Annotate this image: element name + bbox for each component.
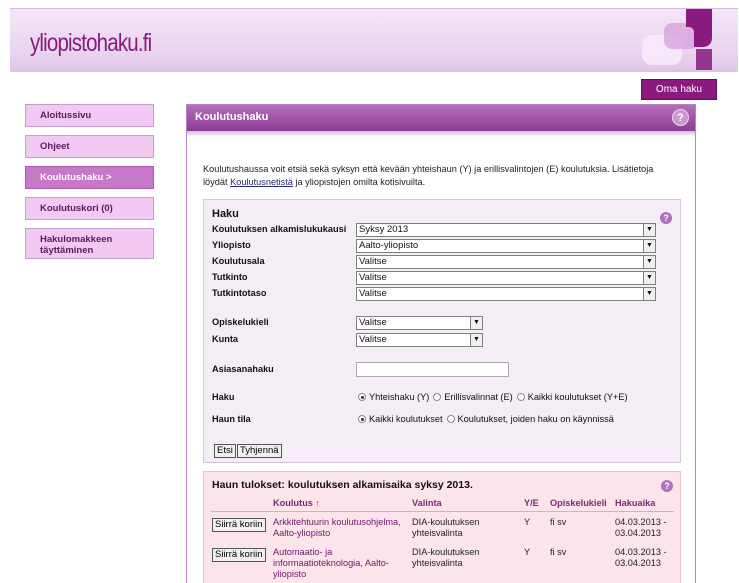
kieli-label: Opiskelukieli: [212, 317, 269, 327]
taso-value: Valitse: [359, 288, 387, 299]
chevron-down-icon: ▼: [470, 334, 482, 346]
col-valinta[interactable]: Valinta: [412, 498, 442, 508]
sidebar-nav: Aloitussivu Ohjeet Koulutushaku > Koulut…: [25, 104, 154, 267]
kunta-value: Valitse: [359, 334, 387, 345]
results-divider: [211, 511, 674, 512]
tutkinto-label: Tutkinto: [212, 272, 248, 282]
brand-mark-icon: [642, 9, 712, 71]
haun-tila-radios: Kaikki koulutukset Koulutukset, joiden h…: [358, 414, 618, 424]
alkamis-value: Syksy 2013: [359, 224, 409, 235]
sidebar-item-ohjeet[interactable]: Ohjeet: [25, 135, 154, 158]
results-box: Haun tulokset: koulutuksen alkamisaika s…: [203, 471, 681, 583]
intro-text: Koulutushaussa voit etsiä sekä syksyn et…: [203, 163, 673, 189]
clear-button[interactable]: Tyhjennä: [237, 444, 282, 458]
radio-label: Erillisvalinnat (E): [444, 392, 513, 402]
result-ye: Y: [524, 547, 531, 557]
radio-yhteishaku[interactable]: Yhteishaku (Y): [358, 392, 429, 402]
radio-label: Kaikki koulutukset (Y+E): [527, 392, 628, 402]
radio-button[interactable]: [358, 393, 366, 401]
search-button[interactable]: Etsi: [214, 444, 236, 458]
kieli-value: Valitse: [359, 317, 387, 328]
search-form-title: Haku: [212, 208, 239, 220]
sidebar-item-koulutuskori[interactable]: Koulutuskori (0): [25, 197, 154, 220]
koulutushaku-panel: Koulutushaku ? Koulutushaussa voit etsiä…: [186, 104, 696, 583]
col-koulutus[interactable]: Koulutus ↑: [273, 498, 320, 508]
koulutusnetti-link[interactable]: Koulutusnetistä: [230, 177, 293, 187]
chevron-down-icon: ▼: [643, 272, 655, 284]
result-koulutus-link[interactable]: Arkkitehtuurin koulutusohjelma, Aalto-yl…: [273, 517, 405, 539]
radio-label: Kaikki koulutukset: [369, 414, 443, 424]
panel-band: [187, 131, 695, 137]
sidebar-item-hakulomake[interactable]: Hakulomakkeen täyttäminen: [25, 228, 154, 259]
chevron-down-icon: ▼: [643, 224, 655, 236]
result-koulutus-link[interactable]: Automaatio- ja informaatioteknologia, Aa…: [273, 547, 403, 580]
radio-erillisvalinnat[interactable]: Erillisvalinnat (E): [433, 392, 513, 402]
chevron-down-icon: ▼: [643, 256, 655, 268]
oma-haku-button[interactable]: Oma haku: [641, 79, 717, 100]
ala-value: Valitse: [359, 256, 387, 267]
radio-kaikki-koulutukset[interactable]: Kaikki koulutukset (Y+E): [516, 392, 628, 402]
result-valinta: DIA-koulutuksen yhteisvalinta: [412, 517, 480, 538]
yliopisto-label: Yliopisto: [212, 240, 251, 250]
col-opiskelukieli[interactable]: Opiskelukieli: [550, 498, 607, 508]
tutkinto-value: Valitse: [359, 272, 387, 283]
alkamis-label: Koulutuksen alkamislukukausi: [212, 224, 347, 234]
alkamis-select[interactable]: Syksy 2013 ▼: [356, 223, 656, 237]
help-icon[interactable]: ?: [672, 109, 689, 126]
result-hakuaika: 04.03.2013 - 03.04.2013: [615, 517, 667, 538]
kunta-select[interactable]: Valitse ▼: [356, 333, 483, 347]
result-valinta: DIA-koulutuksen yhteisvalinta: [412, 547, 480, 568]
radio-button[interactable]: [446, 415, 455, 423]
sidebar-item-aloitussivu[interactable]: Aloitussivu: [25, 104, 154, 127]
kunta-label: Kunta: [212, 334, 239, 344]
panel-header: Koulutushaku ?: [187, 105, 695, 131]
radio-label: Yhteishaku (Y): [369, 392, 430, 402]
site-header: yliopistohaku.fi: [10, 8, 738, 71]
asiasana-input[interactable]: [356, 362, 509, 377]
result-kieli: fi sv: [550, 547, 567, 557]
result-hakuaika: 04.03.2013 - 03.04.2013: [615, 547, 667, 568]
col-hakuaika[interactable]: Hakuaika: [615, 498, 655, 508]
search-help-icon[interactable]: ?: [660, 212, 672, 224]
radio-label: Koulutukset, joiden haku on käynnissä: [457, 414, 614, 424]
kieli-select[interactable]: Valitse ▼: [356, 316, 483, 330]
results-title: Haun tulokset: koulutuksen alkamisaika s…: [212, 479, 473, 491]
radio-tila-kaynnissa[interactable]: Koulutukset, joiden haku on käynnissä: [446, 414, 614, 424]
header-divider: [10, 70, 738, 72]
radio-button[interactable]: [358, 415, 366, 423]
radio-tila-kaikki[interactable]: Kaikki koulutukset: [358, 414, 443, 424]
result-ye: Y: [524, 517, 531, 527]
chevron-down-icon: ▼: [470, 317, 482, 329]
search-form: Haku ? Koulutuksen alkamislukukausi Syks…: [203, 199, 681, 463]
haun-tila-label: Haun tila: [212, 414, 251, 424]
add-to-basket-button[interactable]: Siirrä koriin: [212, 518, 266, 532]
add-to-basket-button[interactable]: Siirrä koriin: [212, 548, 266, 562]
yliopisto-value: Aalto-yliopisto: [359, 240, 419, 251]
yliopisto-select[interactable]: Aalto-yliopisto ▼: [356, 239, 656, 253]
intro-tail: ja yliopistojen omilta kotisivuilta.: [292, 177, 426, 187]
site-logo[interactable]: yliopistohaku.fi: [30, 29, 152, 58]
col-ye[interactable]: Y/E: [524, 498, 539, 508]
haku-type-label: Haku: [212, 392, 235, 402]
haku-type-radios: Yhteishaku (Y) Erillisvalinnat (E) Kaikk…: [358, 392, 632, 402]
panel-title: Koulutushaku: [195, 111, 269, 123]
asiasana-label: Asiasanahaku: [212, 364, 274, 374]
tutkinto-select[interactable]: Valitse ▼: [356, 271, 656, 285]
results-help-icon[interactable]: ?: [661, 480, 673, 492]
ala-label: Koulutusala: [212, 256, 265, 266]
taso-select[interactable]: Valitse ▼: [356, 287, 656, 301]
result-kieli: fi sv: [550, 517, 567, 527]
taso-label: Tutkintotaso: [212, 288, 267, 298]
chevron-down-icon: ▼: [643, 240, 655, 252]
sidebar-item-koulutushaku[interactable]: Koulutushaku >: [25, 166, 154, 189]
chevron-down-icon: ▼: [643, 288, 655, 300]
radio-button[interactable]: [516, 393, 525, 401]
ala-select[interactable]: Valitse ▼: [356, 255, 656, 269]
radio-button[interactable]: [433, 393, 442, 401]
